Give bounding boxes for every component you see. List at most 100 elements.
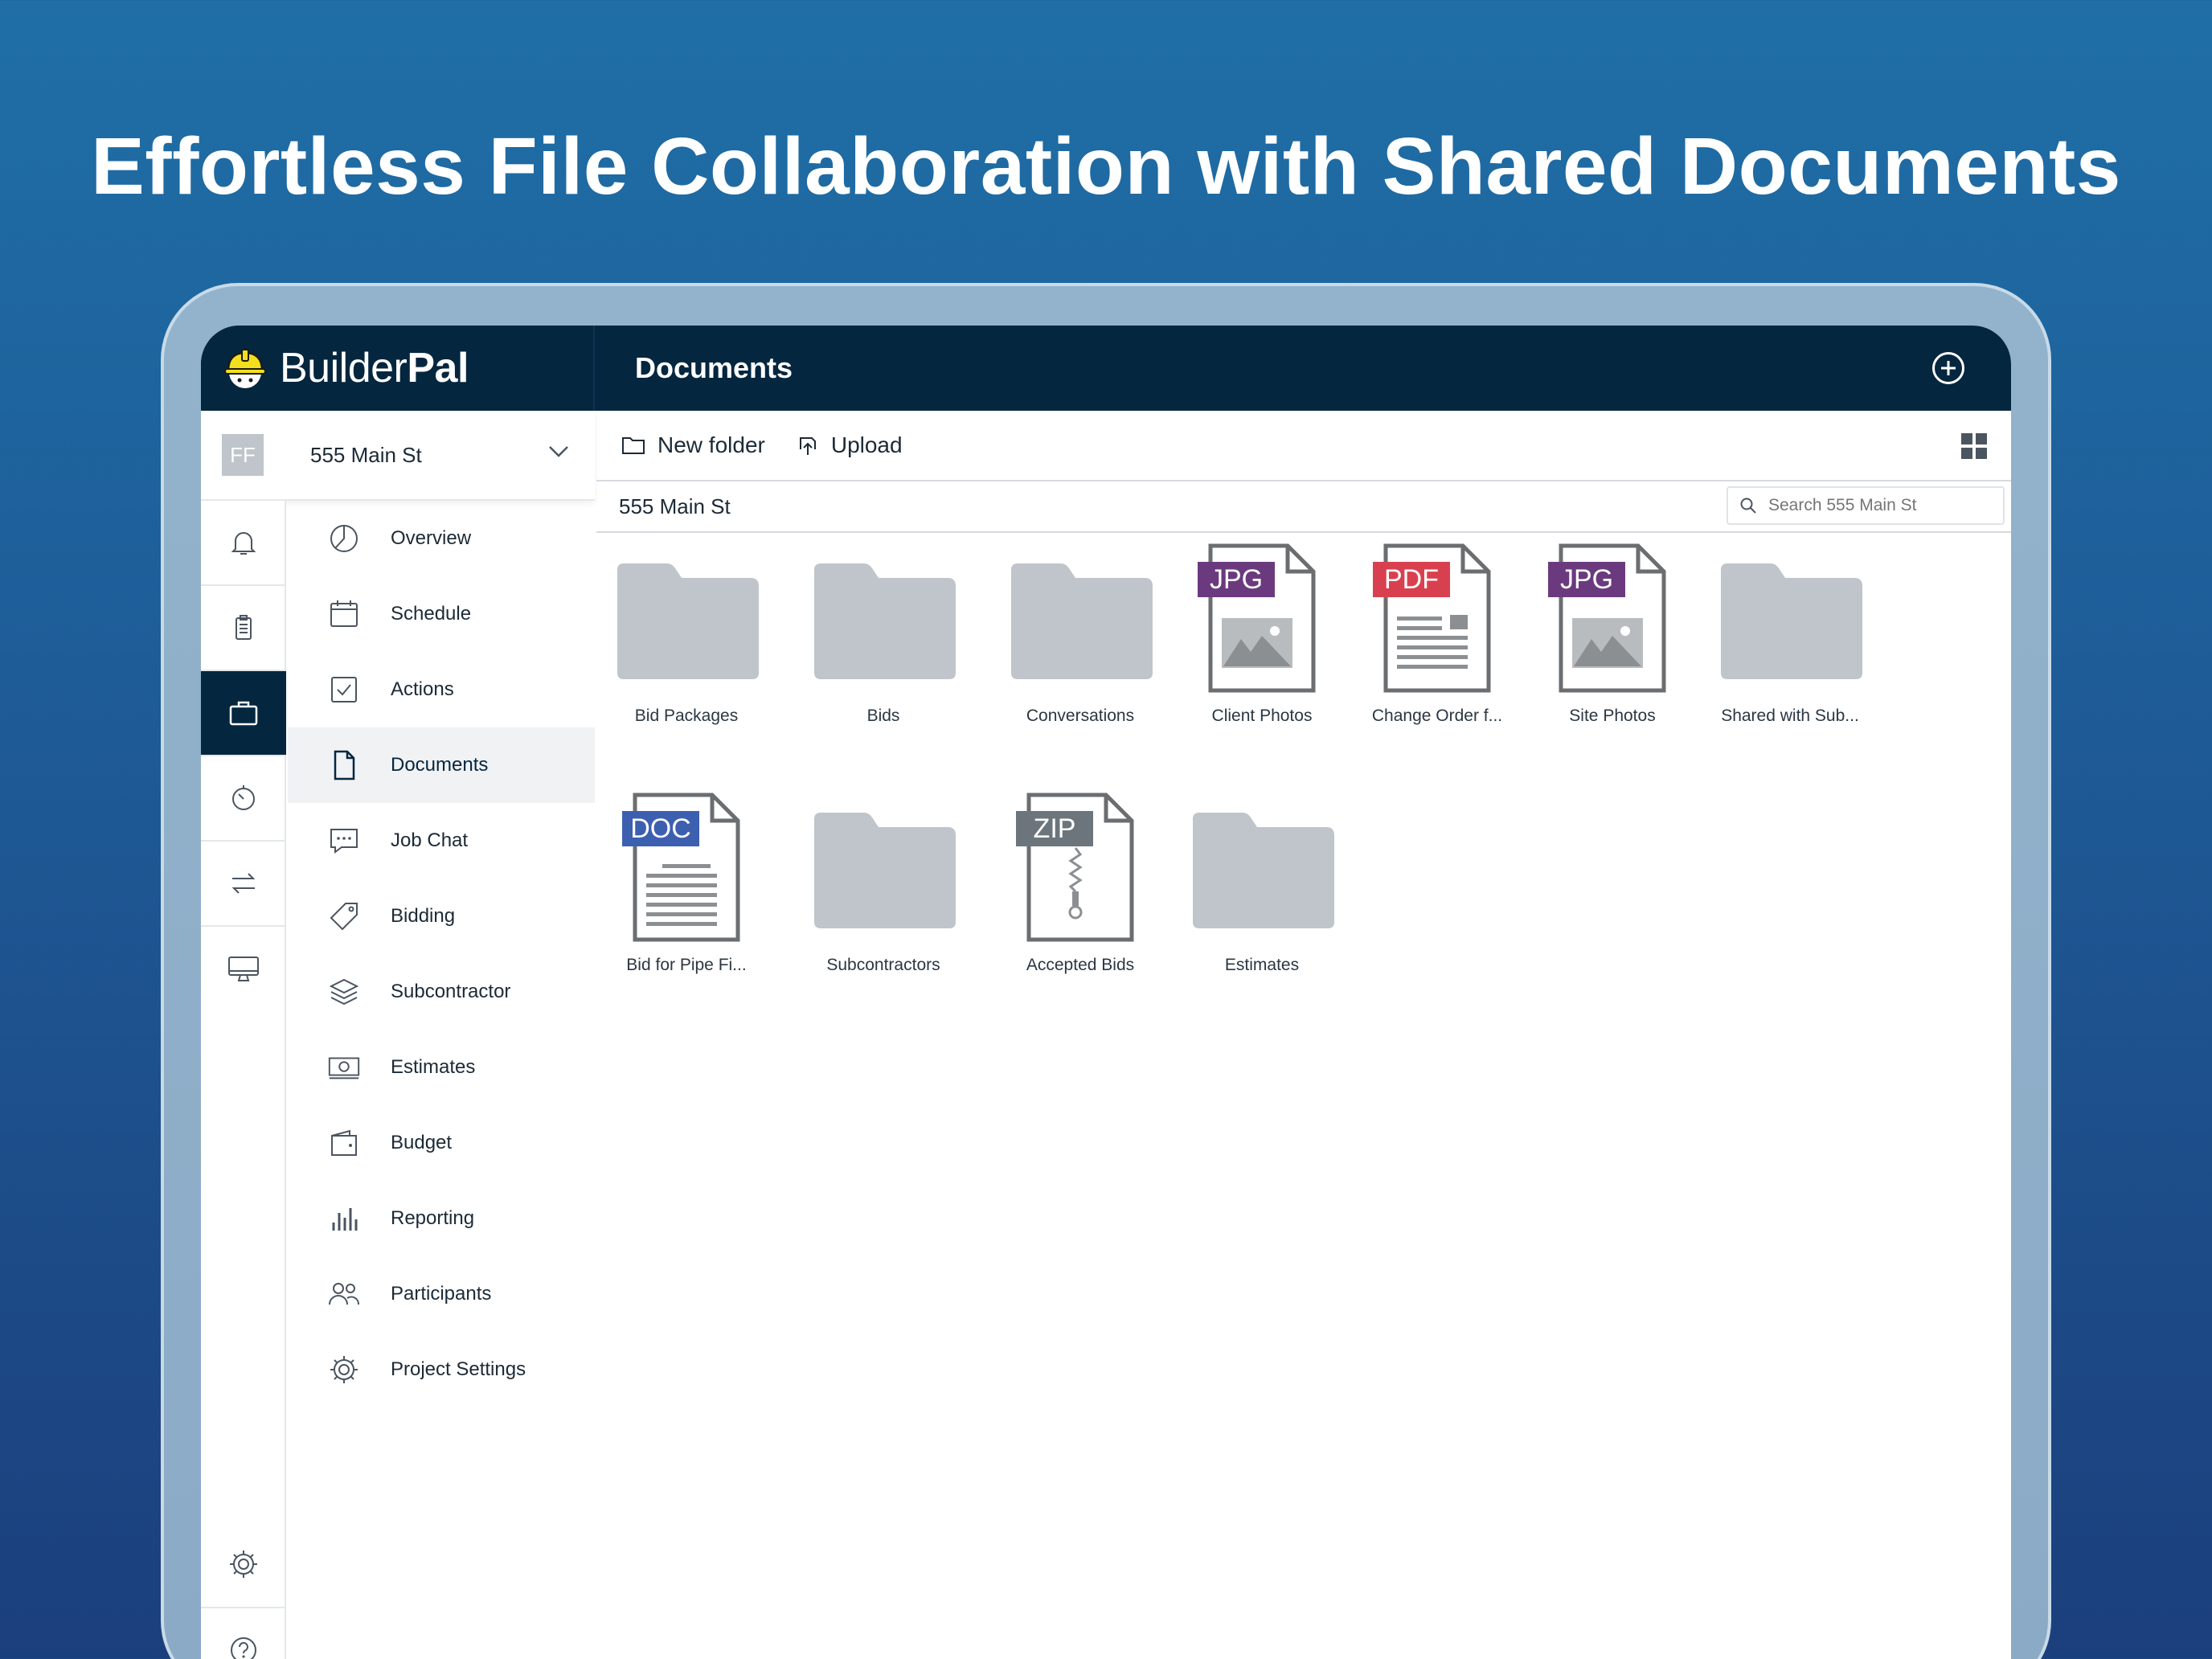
zip-file-icon: ZIP: [1016, 793, 1134, 942]
rail-transfers[interactable]: [201, 842, 286, 927]
clipboard-icon: [236, 615, 252, 640]
help-icon: [231, 1637, 256, 1659]
pdf-file-icon: PDF: [1373, 543, 1491, 693]
item-name: Bid for Pipe Fi...: [626, 956, 747, 974]
nav-item-label: Overview: [391, 527, 472, 549]
rail-settings[interactable]: [201, 1522, 286, 1607]
file-item[interactable]: DOC Bid for Pipe Fi...: [598, 784, 775, 975]
breadcrumb-current[interactable]: 555 Main St: [619, 494, 731, 519]
nav-item-label: Schedule: [391, 603, 472, 625]
layers-icon: [329, 978, 359, 1006]
bar-chart-icon: [332, 1208, 358, 1231]
nav-item-subcontractor[interactable]: Subcontractor: [288, 954, 595, 1030]
item-name: Estimates: [1224, 956, 1300, 974]
chevron-down-icon: [549, 446, 568, 457]
folder-item[interactable]: Bids: [795, 535, 972, 726]
grid-icon: [1961, 433, 1987, 459]
item-thumbnail: [992, 535, 1169, 695]
nav-item-bidding[interactable]: Bidding: [288, 879, 595, 954]
folder-item[interactable]: Bid Packages: [598, 535, 775, 726]
nav-item-schedule[interactable]: Schedule: [288, 576, 595, 652]
nav-item-label: Participants: [391, 1283, 492, 1305]
svg-text:PDF: PDF: [1384, 564, 1439, 595]
nav-item-label: Reporting: [391, 1207, 475, 1229]
timer-icon: [232, 785, 255, 810]
nav-item-overview[interactable]: Overview: [288, 501, 595, 576]
item-name: Accepted Bids: [1026, 956, 1135, 974]
folder-item[interactable]: Subcontractors: [795, 784, 972, 975]
nav-item-job-chat[interactable]: Job Chat: [288, 803, 595, 879]
rail-desktop[interactable]: [201, 927, 286, 1012]
svg-text:DOC: DOC: [630, 813, 691, 844]
rail-notifications[interactable]: [201, 501, 286, 586]
item-name: Bid Packages: [634, 707, 739, 725]
project-name: 555 Main St: [310, 442, 422, 467]
icon-rail: [201, 501, 286, 1659]
folder-item[interactable]: Estimates: [1174, 784, 1350, 975]
headline: Effortless File Collaboration with Share…: [91, 121, 2121, 211]
rail-help[interactable]: [201, 1607, 286, 1659]
file-item[interactable]: PDF Change Order f...: [1349, 535, 1526, 726]
file-item[interactable]: JPG Site Photos: [1524, 535, 1701, 726]
jpg-file-icon: JPG: [1198, 543, 1316, 693]
nav-item-actions[interactable]: Actions: [288, 652, 595, 727]
search-input[interactable]: [1768, 496, 1993, 515]
nav-item-label: Subcontractor: [391, 981, 511, 1002]
doc-file-icon: DOC: [622, 793, 740, 942]
rail-timer[interactable]: [201, 756, 286, 842]
wallet-icon: [331, 1129, 357, 1156]
new-folder-button[interactable]: New folder: [621, 432, 765, 458]
page-title: Documents: [635, 351, 793, 384]
nav-item-label: Job Chat: [391, 830, 469, 851]
documents-toolbar: New folder Upload: [596, 411, 2011, 481]
nav-item-label: Actions: [391, 678, 454, 700]
item-thumbnail: PDF: [1349, 535, 1526, 695]
file-item[interactable]: ZIP Accepted Bids: [992, 784, 1169, 975]
add-button[interactable]: [1932, 352, 1964, 384]
item-thumbnail: JPG: [1524, 535, 1701, 695]
svg-text:JPG: JPG: [1560, 564, 1613, 595]
document-icon: [334, 750, 355, 780]
item-thumbnail: DOC: [598, 784, 775, 944]
brand-logo[interactable]: BuilderPal: [201, 326, 595, 411]
nav-item-participants[interactable]: Participants: [288, 1256, 595, 1332]
swap-arrows-icon: [231, 873, 256, 894]
item-name: Client Photos: [1211, 707, 1313, 725]
nav-item-documents[interactable]: Documents: [288, 727, 595, 803]
gear-icon: [330, 1356, 358, 1383]
brand-name: BuilderPal: [280, 345, 469, 391]
nav-item-project-settings[interactable]: Project Settings: [288, 1332, 595, 1407]
folder-item[interactable]: Conversations: [992, 535, 1169, 726]
item-name: Shared with Sub...: [1721, 707, 1859, 725]
breadcrumb: 555 Main St: [596, 481, 2011, 533]
monitor-icon: [228, 956, 259, 981]
folder-item[interactable]: Shared with Sub...: [1702, 535, 1878, 726]
nav-item-budget[interactable]: Budget: [288, 1105, 595, 1181]
grid-view-toggle[interactable]: [1960, 432, 1989, 465]
rail-tasks[interactable]: [201, 586, 286, 671]
folder-icon: [814, 813, 956, 928]
tag-icon: [330, 903, 358, 931]
nav-item-label: Documents: [391, 754, 489, 776]
svg-text:JPG: JPG: [1210, 564, 1263, 595]
item-name: Conversations: [1026, 707, 1135, 725]
calendar-icon: [330, 600, 358, 627]
item-thumbnail: [598, 535, 775, 695]
rail-projects[interactable]: [201, 671, 286, 756]
folder-outline-icon: [622, 437, 645, 454]
nav-item-reporting[interactable]: Reporting: [288, 1181, 595, 1256]
folder-icon: [1193, 813, 1334, 928]
folder-icon: [617, 563, 759, 679]
checkbox-icon: [331, 677, 357, 703]
search-box[interactable]: [1727, 486, 2005, 525]
project-nav: Overview Schedule Actions Documents Job …: [288, 501, 595, 1407]
gear-icon: [230, 1550, 257, 1578]
project-selector[interactable]: FF 555 Main St: [201, 411, 595, 501]
upload-button[interactable]: Upload: [796, 432, 903, 458]
app-screen: BuilderPal Documents FF 555 Main St Over…: [201, 326, 2011, 1659]
hardhat-icon: [224, 349, 266, 388]
pie-chart-icon: [330, 525, 358, 552]
nav-item-estimates[interactable]: Estimates: [288, 1030, 595, 1105]
file-item[interactable]: JPG Client Photos: [1174, 535, 1350, 726]
top-bar: BuilderPal Documents: [201, 326, 2011, 411]
